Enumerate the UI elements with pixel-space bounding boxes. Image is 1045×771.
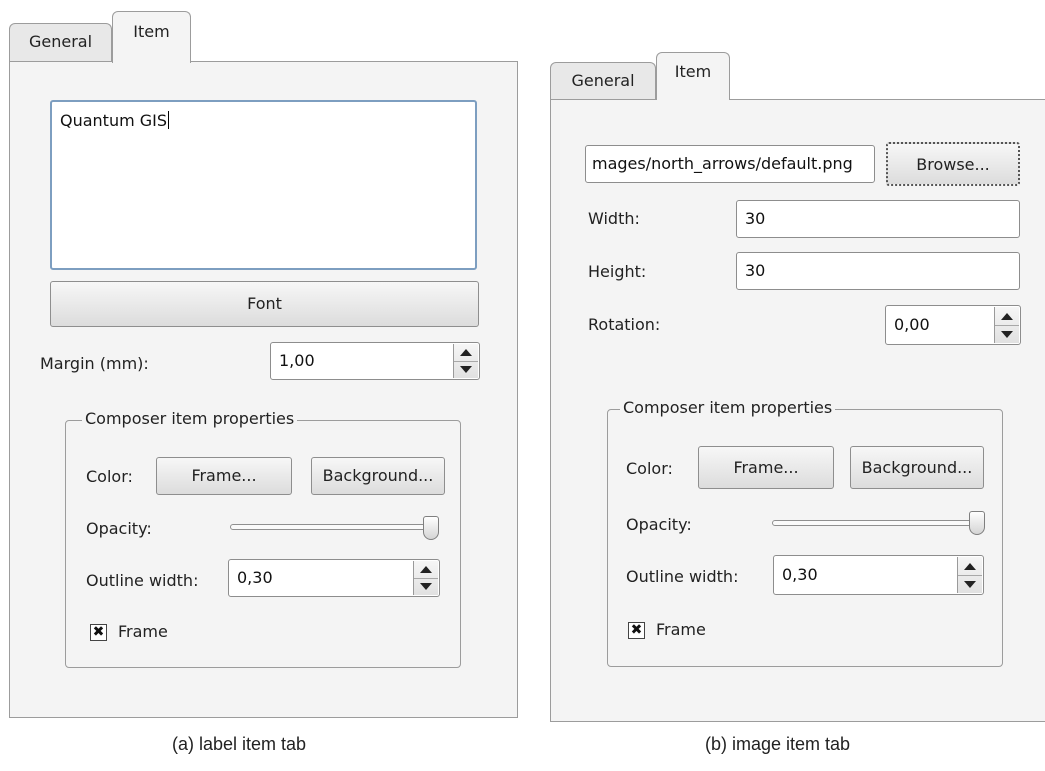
outline-width-value: 0,30	[782, 565, 818, 584]
composer-item-properties-group: Composer item properties Color: Frame...…	[65, 409, 461, 668]
text-cursor	[168, 111, 170, 129]
arrow-up-icon[interactable]	[995, 307, 1019, 326]
opacity-slider-handle[interactable]	[423, 516, 439, 540]
color-label: Color:	[86, 467, 133, 486]
arrow-up-icon[interactable]	[414, 561, 438, 579]
check-x-icon: ✖	[92, 624, 105, 640]
frame-checkbox-label: Frame	[656, 620, 706, 639]
check-x-icon: ✖	[630, 622, 643, 638]
height-input[interactable]: 30	[736, 252, 1020, 290]
outline-width-spinbox[interactable]: 0,30	[773, 555, 984, 595]
tab-general[interactable]: General	[9, 23, 112, 61]
rotation-spinbox[interactable]: 0,00	[885, 305, 1021, 345]
font-button[interactable]: Font	[50, 281, 479, 327]
group-title: Composer item properties	[620, 398, 836, 417]
arrow-down-icon[interactable]	[414, 578, 438, 595]
arrow-down-icon[interactable]	[454, 361, 478, 378]
margin-spinbox[interactable]: 1,00	[270, 342, 480, 380]
browse-button[interactable]: Browse...	[886, 142, 1020, 186]
tab-content-frame: Quantum GIS Font Margin (mm): 1,00 Compo…	[9, 61, 518, 718]
width-label: Width:	[588, 209, 640, 228]
margin-label: Margin (mm):	[40, 354, 149, 373]
caption-image-item-tab: (b) image item tab	[705, 734, 851, 754]
color-label: Color:	[626, 459, 673, 478]
frame-checkbox[interactable]: ✖	[628, 622, 645, 639]
opacity-slider-handle[interactable]	[969, 511, 985, 535]
opacity-label: Opacity:	[86, 519, 152, 538]
outline-width-label: Outline width:	[626, 567, 739, 586]
rotation-label: Rotation:	[588, 315, 661, 334]
opacity-label: Opacity:	[626, 515, 692, 534]
background-color-button[interactable]: Background...	[850, 446, 984, 489]
group-title: Composer item properties	[82, 409, 298, 428]
width-input[interactable]: 30	[736, 200, 1020, 238]
tab-item[interactable]: Item	[112, 11, 191, 63]
rotation-value: 0,00	[894, 315, 930, 334]
caption-label-item-tab: (a) label item tab	[172, 734, 307, 754]
outline-width-label: Outline width:	[86, 571, 199, 590]
frame-checkbox-label: Frame	[118, 622, 168, 641]
tab-item[interactable]: Item	[656, 52, 730, 100]
arrow-up-icon[interactable]	[454, 344, 478, 362]
opacity-slider-track	[230, 524, 438, 530]
height-label: Height:	[588, 262, 647, 281]
outline-width-spinbox[interactable]: 0,30	[228, 559, 440, 597]
opacity-slider-track	[772, 520, 982, 526]
label-text-area[interactable]: Quantum GIS	[50, 100, 477, 270]
outline-width-value: 0,30	[237, 568, 273, 587]
frame-checkbox[interactable]: ✖	[90, 624, 107, 641]
outline-spin-buttons	[413, 561, 438, 595]
margin-spin-buttons	[453, 344, 478, 378]
arrow-up-icon[interactable]	[958, 557, 982, 576]
frame-color-button[interactable]: Frame...	[698, 446, 834, 489]
composer-item-properties-group: Composer item properties Color: Frame...…	[607, 398, 1003, 667]
background-color-button[interactable]: Background...	[311, 457, 445, 495]
image-path-input[interactable]: mages/north_arrows/default.png	[585, 145, 875, 183]
frame-color-button[interactable]: Frame...	[156, 457, 292, 495]
arrow-down-icon[interactable]	[995, 325, 1019, 343]
tab-general[interactable]: General	[550, 62, 656, 100]
rotation-spin-buttons	[994, 307, 1019, 343]
label-text: Quantum GIS	[60, 111, 168, 130]
arrow-down-icon[interactable]	[958, 575, 982, 593]
tab-content-frame: mages/north_arrows/default.png Browse...…	[550, 99, 1045, 722]
outline-spin-buttons	[957, 557, 982, 593]
margin-value: 1,00	[279, 351, 315, 370]
